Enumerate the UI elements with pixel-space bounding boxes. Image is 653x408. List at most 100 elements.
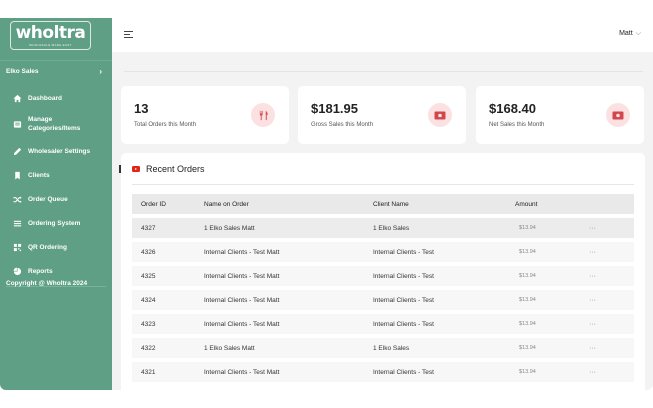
sidebar-nav: Dashboard Manage Categories/Items Wholes… <box>0 86 112 287</box>
video-icon <box>132 166 140 172</box>
more-actions-button[interactable]: ··· <box>589 362 634 382</box>
more-actions-button[interactable]: ··· <box>589 218 634 238</box>
more-actions-button[interactable]: ··· <box>589 338 634 358</box>
divider <box>0 60 112 61</box>
divider <box>124 71 643 72</box>
user-menu[interactable]: Matt ⌵ <box>619 30 641 38</box>
column-header-name-on-order[interactable]: Name on Order <box>204 194 373 214</box>
sidebar-item-label: Wholesaler Settings <box>28 147 91 155</box>
column-header-client-name[interactable]: Client Name <box>373 194 515 214</box>
table-row[interactable]: 4327 1 Elko Sales Matt 1 Elko Sales $13.… <box>132 218 634 238</box>
bookmark-icon <box>12 170 22 180</box>
cell-order-id: 4321 <box>132 362 204 382</box>
stat-card-gross-sales: $181.95 Gross Sales this Month <box>298 86 466 144</box>
cell-client-name: Internal Clients - Test <box>373 290 515 310</box>
chevron-down-icon: ⌵ <box>635 30 641 37</box>
pie-chart-icon <box>12 266 22 276</box>
cell-name-on-order: 1 Elko Sales Matt <box>204 218 373 238</box>
cell-name-on-order: Internal Clients - Test Matt <box>204 242 373 262</box>
cell-order-id: 4327 <box>132 218 204 238</box>
cell-name-on-order: Internal Clients - Test Matt <box>204 314 373 334</box>
user-name: Matt <box>619 30 633 37</box>
sidebar-item-clients[interactable]: Clients <box>0 163 112 187</box>
stat-value: $168.40 <box>489 101 536 116</box>
sidebar-item-order-queue[interactable]: Order Queue <box>0 187 112 211</box>
shuffle-icon <box>12 194 22 204</box>
qr-code-icon <box>12 242 22 252</box>
sidebar-item-manage-categories[interactable]: Manage Categories/Items <box>0 110 112 138</box>
cell-name-on-order: Internal Clients - Test Matt <box>204 362 373 382</box>
sidebar-item-label: Dashboard <box>28 94 62 102</box>
table-row[interactable]: 4325 Internal Clients - Test Matt Intern… <box>132 266 634 286</box>
cell-client-name: Internal Clients - Test <box>373 314 515 334</box>
stat-card-net-sales: $168.40 Net Sales this Month <box>476 86 644 144</box>
hamburger-menu-icon[interactable] <box>124 30 133 39</box>
list-icon <box>12 119 22 129</box>
cell-client-name: Internal Clients - Test <box>373 266 515 286</box>
sidebar-item-label: QR Ordering <box>28 243 68 251</box>
cell-name-on-order: Internal Clients - Test Matt <box>204 290 373 310</box>
more-actions-button[interactable]: ··· <box>589 290 634 310</box>
org-switcher[interactable]: Elko Sales › <box>6 66 102 78</box>
panel-title: Recent Orders <box>132 164 205 174</box>
sidebar-item-label: Manage Categories/Items <box>28 116 81 132</box>
column-header-amount[interactable]: Amount <box>515 194 589 214</box>
fork-knife-icon <box>251 103 275 127</box>
sidebar-item-label: Clients <box>28 171 50 179</box>
stat-caption: Gross Sales this Month <box>311 122 374 128</box>
stat-value: 13 <box>134 101 149 116</box>
sidebar-item-wholesaler-settings[interactable]: Wholesaler Settings <box>0 139 112 163</box>
cell-client-name: 1 Elko Sales <box>373 218 515 238</box>
cell-amount: $13.94 <box>515 362 589 382</box>
cell-order-id: 4325 <box>132 266 204 286</box>
cell-amount: $13.94 <box>515 338 589 358</box>
cell-client-name: Internal Clients - Test <box>373 242 515 262</box>
table-row[interactable]: 4322 1 Elko Sales Matt 1 Elko Sales $13.… <box>132 338 634 358</box>
stat-caption: Total Orders this Month <box>134 122 197 128</box>
cell-amount: $13.94 <box>515 266 589 286</box>
top-bar: Matt ⌵ <box>112 18 653 52</box>
panel-title-text: Recent Orders <box>146 164 205 174</box>
cash-icon <box>428 103 452 127</box>
orders-table: Order ID Name on Order Client Name Amoun… <box>132 190 634 386</box>
cell-name-on-order: 1 Elko Sales Matt <box>204 338 373 358</box>
stat-caption: Net Sales this Month <box>489 122 545 128</box>
sidebar: wholtra WHOLESALE MADE EASY Elko Sales ›… <box>0 18 112 390</box>
sidebar-item-dashboard[interactable]: Dashboard <box>0 86 112 110</box>
stat-value: $181.95 <box>311 101 358 116</box>
home-icon <box>12 93 22 103</box>
brand-logo[interactable]: wholtra WHOLESALE MADE EASY <box>10 21 91 50</box>
column-header-actions <box>589 194 634 214</box>
cell-amount: $13.94 <box>515 290 589 310</box>
table-row[interactable]: 4321 Internal Clients - Test Matt Intern… <box>132 362 634 382</box>
more-actions-button[interactable]: ··· <box>589 242 634 262</box>
brand-name: wholtra <box>15 23 86 43</box>
brand-tagline: WHOLESALE MADE EASY <box>29 43 72 47</box>
cash-icon <box>606 103 630 127</box>
table-row[interactable]: 4323 Internal Clients - Test Matt Intern… <box>132 314 634 334</box>
chevron-right-icon: › <box>99 67 102 76</box>
menu-lines-icon <box>12 218 22 228</box>
org-name: Elko Sales <box>6 68 39 75</box>
sidebar-item-qr-ordering[interactable]: QR Ordering <box>0 235 112 259</box>
stat-card-total-orders: 13 Total Orders this Month <box>121 86 289 144</box>
recent-orders-panel: Recent Orders Order ID Name on Order Cli… <box>121 153 645 390</box>
pencil-icon <box>12 146 22 156</box>
cell-order-id: 4324 <box>132 290 204 310</box>
copyright-text: Copyright @ Wholtra 2024 <box>6 280 88 287</box>
sidebar-item-ordering-system[interactable]: Ordering System <box>0 211 112 235</box>
table-row[interactable]: 4324 Internal Clients - Test Matt Intern… <box>132 290 634 310</box>
sidebar-item-label: Ordering System <box>28 219 81 227</box>
table-header-row: Order ID Name on Order Client Name Amoun… <box>132 194 634 214</box>
cell-order-id: 4326 <box>132 242 204 262</box>
cell-amount: $13.94 <box>515 314 589 334</box>
cell-amount: $13.94 <box>515 242 589 262</box>
sidebar-item-label: Reports <box>28 267 53 275</box>
more-actions-button[interactable]: ··· <box>589 266 634 286</box>
cell-amount: $13.94 <box>515 218 589 238</box>
cell-client-name: Internal Clients - Test <box>373 362 515 382</box>
more-actions-button[interactable]: ··· <box>589 314 634 334</box>
cell-client-name: 1 Elko Sales <box>373 338 515 358</box>
table-row[interactable]: 4326 Internal Clients - Test Matt Intern… <box>132 242 634 262</box>
column-header-order-id[interactable]: Order ID <box>132 194 204 214</box>
